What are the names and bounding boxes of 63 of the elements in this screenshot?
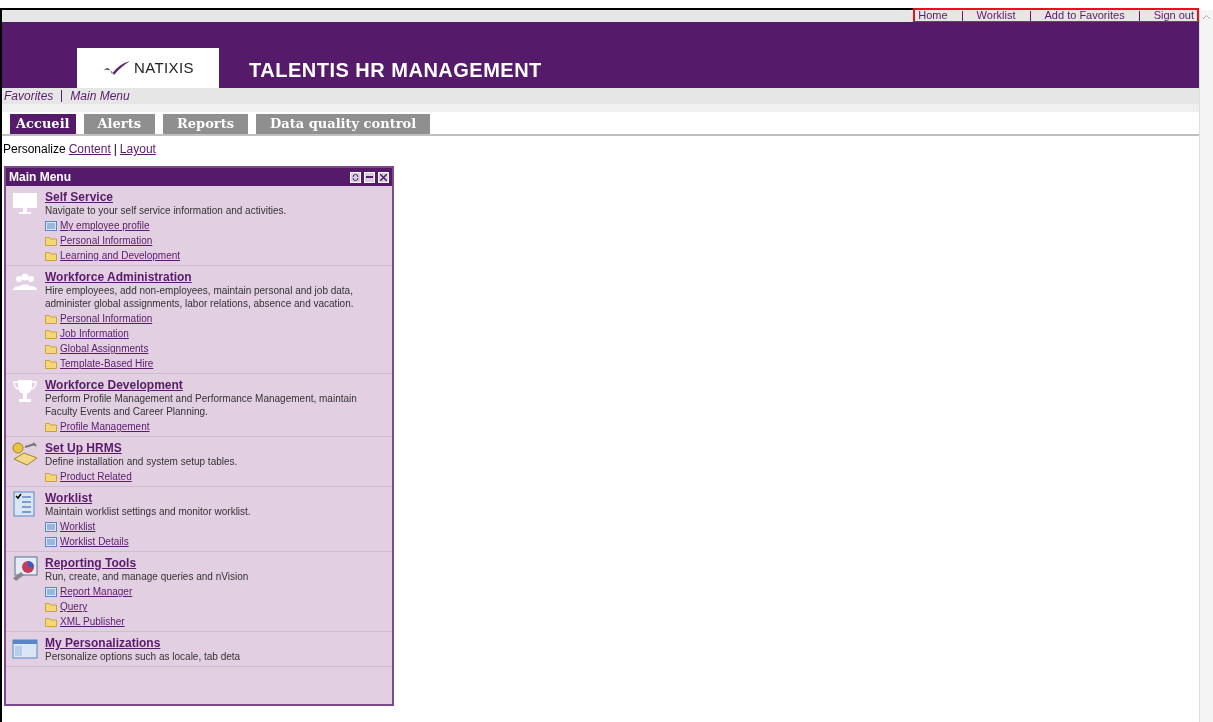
- layout-link[interactable]: Layout: [119, 140, 156, 158]
- section-description: Define installation and system setup tables.: [45, 455, 238, 468]
- menu-link[interactable]: Report Manager: [60, 585, 133, 598]
- nav-link[interactable]: Favorites: [4, 87, 54, 105]
- section-title-link[interactable]: Workforce Administration: [45, 270, 387, 284]
- folder-icon: [45, 343, 57, 354]
- personalize-label: Personalize: [3, 141, 66, 158]
- menu-link[interactable]: XML Publisher: [60, 615, 125, 628]
- folder-icon: [45, 471, 57, 482]
- menu-link[interactable]: Query: [60, 600, 88, 613]
- menu-link[interactable]: Job Information: [60, 327, 129, 340]
- logo-text: NATIXIS: [134, 57, 194, 78]
- monitor-icon: [11, 190, 39, 216]
- page-icon: [45, 536, 57, 547]
- menu-link[interactable]: Product Related: [60, 470, 132, 483]
- section-description: Run, create, and manage queries and nVision: [45, 570, 249, 583]
- panel-title: Main Menu: [9, 169, 71, 186]
- page-icon: [45, 521, 57, 532]
- menu-link[interactable]: Personal Information: [60, 234, 153, 247]
- folder-icon: [45, 313, 57, 324]
- menu-link[interactable]: Global Assignments: [60, 342, 149, 355]
- section-description: Personalize options such as locale, tab deta: [45, 650, 241, 663]
- close-icon[interactable]: [378, 171, 389, 183]
- folder-icon: [45, 250, 57, 261]
- window-icon: [11, 636, 39, 662]
- page-icon: [45, 220, 57, 231]
- section-title-link[interactable]: My Personalizations: [45, 636, 241, 650]
- tab[interactable]: Accueil: [10, 114, 76, 134]
- minimize-icon[interactable]: [364, 171, 375, 183]
- page-icon: [45, 586, 57, 597]
- folder-icon: [45, 358, 57, 369]
- menu-link[interactable]: Learning and Development: [60, 249, 181, 262]
- refresh-icon[interactable]: [350, 171, 361, 183]
- report-chart-icon: [11, 556, 39, 582]
- section-title-link[interactable]: Workforce Development: [45, 378, 387, 392]
- folder-icon: [45, 421, 57, 432]
- menu-link[interactable]: Profile Management: [60, 420, 150, 433]
- section-description: Maintain worklist settings and monitor worklist.: [45, 505, 251, 518]
- section-description: Perform Profile Management and Performance Management, maintain Faculty Events and Career Planning.: [45, 392, 358, 418]
- menu-link[interactable]: Worklist: [60, 520, 96, 533]
- top-link[interactable]: Home: [918, 10, 948, 21]
- app-title: TALENTIS HR MANAGEMENT: [249, 58, 542, 83]
- folder-icon: [45, 601, 57, 612]
- menu-link[interactable]: My employee profile: [60, 219, 150, 232]
- top-link[interactable]: Sign out: [1153, 10, 1194, 21]
- content-link[interactable]: Content: [68, 140, 111, 158]
- section-description: Navigate to your self service information and activities.: [45, 204, 287, 217]
- folder-icon: [45, 616, 57, 627]
- section-title-link[interactable]: Self Service: [45, 190, 287, 204]
- section-description: Hire employees, add non-employees, maintain personal and job data, administer global assignments, labor relations, absence and vacation.: [45, 284, 355, 310]
- menu-link[interactable]: Template-Based Hire: [60, 357, 154, 370]
- nav-link[interactable]: Main Menu: [70, 87, 130, 105]
- section-title-link[interactable]: Set Up HRMS: [45, 441, 238, 455]
- menu-link[interactable]: Worklist Details: [60, 535, 129, 548]
- link-separator: |: [113, 141, 117, 158]
- folder-icon: [45, 235, 57, 246]
- top-link[interactable]: Add to Favorites: [1044, 10, 1125, 21]
- section-title-link[interactable]: Reporting Tools: [45, 556, 249, 570]
- top-link[interactable]: Worklist: [976, 10, 1016, 21]
- menu-link[interactable]: Personal Information: [60, 312, 153, 325]
- trophy-icon: [11, 378, 39, 404]
- section-title-link[interactable]: Worklist: [45, 491, 251, 505]
- folder-icon: [45, 328, 57, 339]
